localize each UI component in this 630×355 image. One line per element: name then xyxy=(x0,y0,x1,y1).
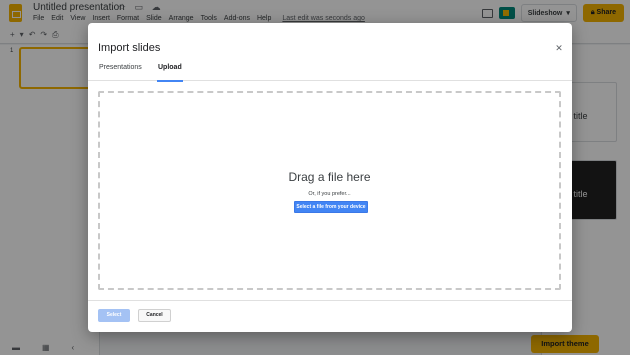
footer-divider xyxy=(88,300,572,301)
tab-upload[interactable]: Upload xyxy=(157,64,183,82)
drop-zone-title: Drag a file here xyxy=(288,170,371,184)
dialog-tabs: Presentations Upload xyxy=(88,64,572,82)
close-icon[interactable]: ✕ xyxy=(553,42,565,54)
cancel-button[interactable]: Cancel xyxy=(138,309,171,322)
tab-presentations[interactable]: Presentations xyxy=(99,64,142,81)
select-button[interactable]: Select xyxy=(98,309,130,322)
import-slides-dialog: Import slides ✕ Presentations Upload Dra… xyxy=(88,23,572,332)
dialog-title: Import slides xyxy=(98,42,161,54)
file-drop-zone[interactable]: Drag a file here Or, if you prefer... Se… xyxy=(98,91,561,290)
drop-zone-subtitle: Or, if you prefer... xyxy=(308,191,351,197)
select-file-button[interactable]: Select a file from your device xyxy=(294,201,368,213)
